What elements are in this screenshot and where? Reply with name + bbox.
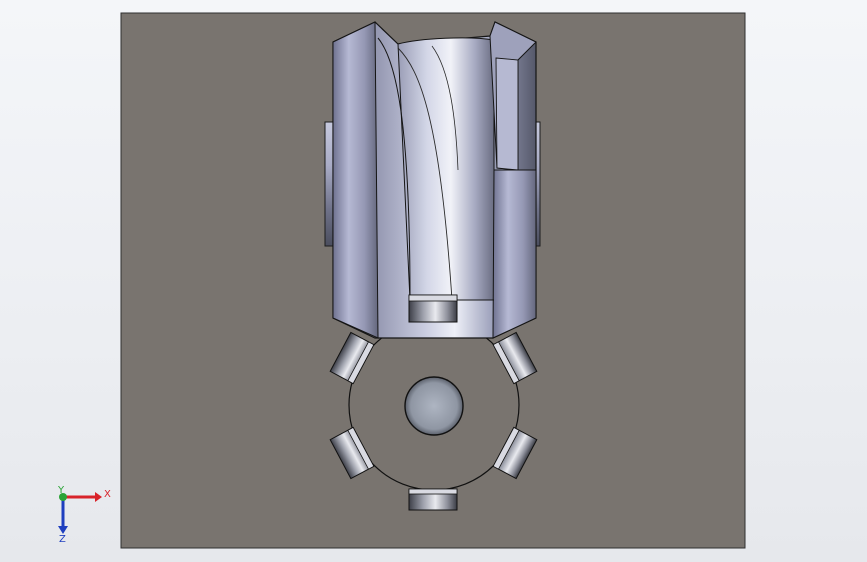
triad-y-label: Y xyxy=(57,485,65,496)
reference-triad[interactable]: X Y Z xyxy=(57,485,111,545)
triad-x-label: X xyxy=(104,489,111,500)
roller-bottom xyxy=(408,488,458,511)
triad-z-arrow-icon xyxy=(58,526,68,534)
triad-x-arrow-icon xyxy=(95,492,102,502)
roller-top xyxy=(408,294,458,323)
triad-z-label: Z xyxy=(59,534,66,545)
wheel-housing xyxy=(332,21,537,339)
graphics-viewport[interactable]: X Y Z xyxy=(0,0,867,562)
center-hole xyxy=(404,376,464,436)
